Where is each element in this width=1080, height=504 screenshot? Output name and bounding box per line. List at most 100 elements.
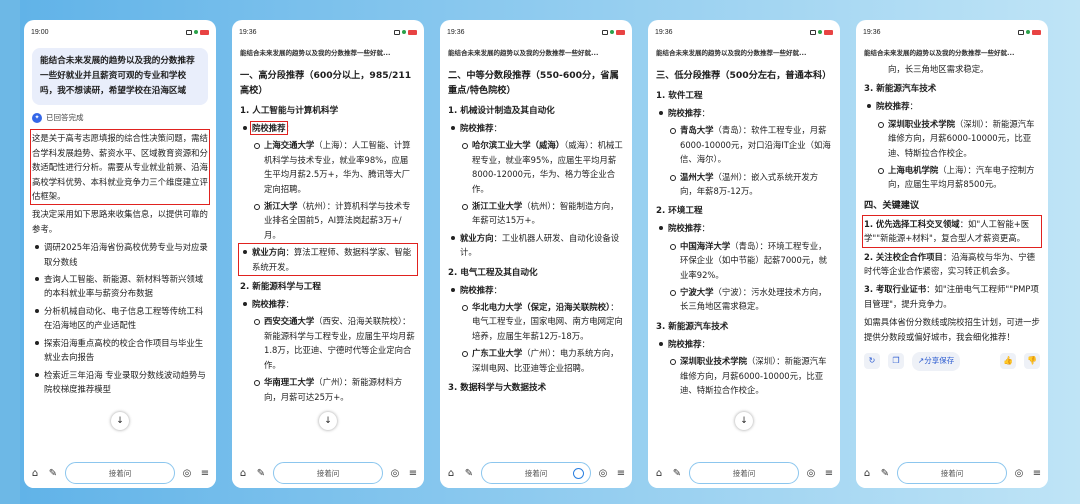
school-name: 宁波大学 [680, 287, 714, 298]
research-list: 调研2025年沿海省份高校优势专业与对应录取分数线 查询人工智能、新能源、新材料… [32, 240, 208, 396]
bottom-bar: ⌂ ✎ 接着问 ◎ ≡ [24, 458, 216, 488]
recommend-label: 院校推荐 [668, 338, 702, 349]
scroll-down-button[interactable]: ↓ [735, 412, 753, 430]
follow-up-input[interactable]: 接着问 [689, 462, 799, 484]
phone-panel-5: 19:36 能结合未来发展的趋势以及我的分数推荐一些好就... 向，长三角地区需… [856, 20, 1048, 488]
sim-icon [1018, 29, 1024, 35]
job-direction: 就业方向：算法工程师、数据科学家、智能系统开发。 [238, 243, 418, 277]
sim-icon [810, 29, 816, 35]
school-item: 华北电力大学（保定，沿海关联院校）：电气工程专业，国家电网、南方电网定向培养，应… [448, 300, 624, 343]
new-chat-icon[interactable]: ✎ [879, 468, 891, 479]
phone-panel-2: 19:36 能结合未来发展的趋势以及我的分数推荐一些好就... 一、高分段推荐（… [232, 20, 424, 488]
voice-icon[interactable]: ◎ [1013, 468, 1025, 479]
status-bar: 19:36 [440, 20, 632, 44]
wifi-icon [194, 30, 198, 34]
follow-up-input[interactable]: 接着问 [65, 462, 175, 484]
continued-text: 向，长三角地区需求稳定。 [888, 64, 989, 74]
list-item: 院校推荐： [448, 283, 624, 297]
battery-icon [1032, 29, 1041, 35]
status-time: 19:36 [655, 28, 673, 36]
list-item: 院校推荐： [240, 121, 416, 135]
record-icon[interactable] [573, 468, 584, 479]
menu-icon[interactable]: ≡ [407, 468, 419, 479]
menu-icon[interactable]: ≡ [1031, 468, 1043, 479]
chat-header-title: 能结合未来发展的趋势以及我的分数推荐一些好就... [448, 49, 599, 57]
follow-up-input[interactable]: 接着问 [481, 462, 591, 484]
list-item: 院校推荐： [656, 106, 832, 120]
list-item: 查询人工智能、新能源、新材料等新兴领域的本科就业率与薪资分布数据 [32, 272, 208, 301]
recommend-label: 院校推荐 [460, 123, 494, 133]
major-title: 2. 电气工程及其自动化 [448, 267, 538, 278]
ai-logo-icon: ✦ [32, 113, 42, 124]
scroll-down-button[interactable]: ↓ [319, 412, 337, 430]
thumbs-up-icon[interactable]: 👍 [1000, 353, 1016, 370]
status-bar: 19:36 [856, 20, 1048, 44]
menu-icon[interactable]: ≡ [615, 468, 627, 479]
school-item: 青岛大学（青岛）：软件工程专业，月薪6000-10000元，对口沿海IT企业（如… [656, 123, 832, 166]
home-icon[interactable]: ⌂ [653, 468, 665, 479]
bottom-bar: ⌂ ✎ 接着问 ◎ ≡ [232, 458, 424, 488]
school-item: 浙江工业大学（杭州）：智能制造方向，年薪可达15万+。 [448, 199, 624, 228]
scroll-down-button[interactable]: ↓ [111, 412, 129, 430]
home-icon[interactable]: ⌂ [29, 468, 41, 479]
list-item: 分析机械自动化、电子信息工程等传统工科在沿海地区的产业适配性 [32, 304, 208, 333]
job-direction: 就业方向：工业机器人研发、自动化设备设计。 [448, 231, 624, 260]
status-bar: 19:36 [648, 20, 840, 44]
section-title: 三、低分段推荐（500分左右，普通本科） [656, 70, 832, 81]
battery-icon [200, 29, 209, 35]
bottom-bar: ⌂ ✎ 接着问 ◎ ≡ [440, 458, 632, 488]
phone-panel-3: 19:36 能结合未来发展的趋势以及我的分数推荐一些好就... 二、中等分数段推… [440, 20, 632, 488]
major-title: 3. 新能源汽车技术 [864, 84, 937, 95]
chat-header-title: 能结合未来发展的趋势以及我的分数推荐一些好就... [656, 49, 807, 57]
advice-title: 2. 关注校企合作项目 [864, 251, 943, 262]
voice-icon[interactable]: ◎ [597, 468, 609, 479]
new-chat-icon[interactable]: ✎ [255, 468, 267, 479]
school-item: 深圳职业技术学院（深圳）：新能源汽车维修方向，月薪6000-10000元，比亚迪… [864, 117, 1040, 160]
analysis-intro: 这是关于高考志愿填报的综合性决策问题，需结合学科发展趋势、薪资水平、区域教育资源… [30, 129, 210, 206]
list-item: 院校推荐： [656, 337, 832, 351]
home-icon[interactable]: ⌂ [861, 468, 873, 479]
chat-content: 二、中等分数段推荐（550-600分，省属重点/特色院校） 1. 机械设计制造及… [440, 62, 632, 458]
voice-icon[interactable]: ◎ [805, 468, 817, 479]
school-item: 深圳职业技术学院（深圳）：新能源汽车维修方向，月薪6000-10000元，比亚迪… [656, 354, 832, 397]
new-chat-icon[interactable]: ✎ [671, 468, 683, 479]
refresh-icon[interactable]: ↻ [864, 353, 880, 370]
share-save-button[interactable]: ↗分享保存 [912, 352, 961, 371]
follow-up-input[interactable]: 接着问 [897, 462, 1007, 484]
recommend-label: 院校推荐 [250, 121, 288, 135]
school-name: 深圳职业技术学院 [888, 118, 955, 129]
bottom-bar: ⌂ ✎ 接着问 ◎ ≡ [648, 458, 840, 488]
status-time: 19:36 [863, 28, 881, 36]
menu-icon[interactable]: ≡ [823, 468, 835, 479]
school-name: 上海电机学院 [888, 165, 939, 176]
school-item: 哈尔滨工业大学（威海）（威海）：机械工程专业，就业率95%，应届生平均月薪800… [448, 138, 624, 196]
voice-icon[interactable]: ◎ [181, 468, 193, 479]
status-time: 19:36 [239, 28, 257, 36]
major-title: 3. 数据科学与大数据技术 [448, 383, 547, 394]
sim-icon [602, 29, 608, 35]
new-chat-icon[interactable]: ✎ [463, 468, 475, 479]
key-advice-2: 2. 关注校企合作项目：沿海高校与华为、宁德时代等企业合作紧密，实习转正机会多。 [864, 250, 1040, 279]
advice-title: 3. 考取行业证书 [864, 284, 927, 295]
phone-panel-1: 19:00 能结合未来发展的趋势以及我的分数推荐一些好就业并且薪资可观的专业和学… [24, 20, 216, 488]
major-title: 2. 新能源科学与工程 [240, 282, 321, 293]
voice-icon[interactable]: ◎ [389, 468, 401, 479]
job-label: 就业方向 [460, 232, 494, 243]
home-icon[interactable]: ⌂ [237, 468, 249, 479]
input-placeholder: 接着问 [732, 468, 756, 478]
answer-status: ✦ 已回答完成 [32, 111, 208, 125]
copy-icon[interactable]: ❐ [888, 353, 904, 370]
school-item: 西安交通大学（西安、沿海关联院校）：新能源科学与工程专业，应届生平均月薪1.8万… [240, 314, 416, 372]
thumbs-down-icon[interactable]: 👎 [1024, 353, 1040, 370]
menu-icon[interactable]: ≡ [199, 468, 211, 479]
follow-up-input[interactable]: 接着问 [273, 462, 383, 484]
status-time: 19:36 [447, 28, 465, 36]
section-title: 四、关键建议 [864, 199, 920, 211]
wifi-icon [610, 30, 614, 34]
school-name: 浙江工业大学 [472, 201, 523, 212]
chat-content: 一、高分段推荐（600分以上，985/211高校） 1. 人工智能与计算机科学 … [232, 62, 424, 458]
new-chat-icon[interactable]: ✎ [47, 468, 59, 479]
wifi-icon [1026, 30, 1030, 34]
home-icon[interactable]: ⌂ [445, 468, 457, 479]
recommend-label: 院校推荐 [252, 299, 286, 310]
